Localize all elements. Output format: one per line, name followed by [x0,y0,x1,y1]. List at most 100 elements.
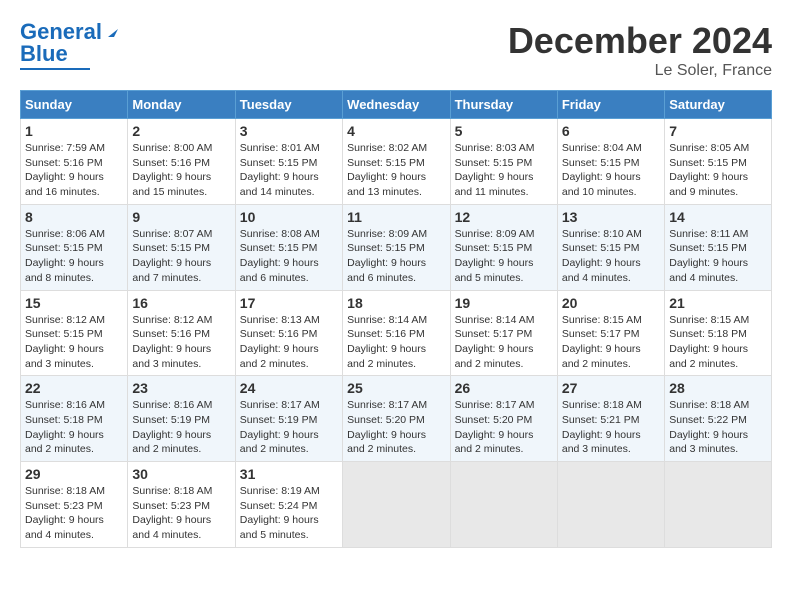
table-row: 24 Sunrise: 8:17 AM Sunset: 5:19 PM Dayl… [235,376,342,462]
table-row [557,462,664,548]
table-row: 31 Sunrise: 8:19 AM Sunset: 5:24 PM Dayl… [235,462,342,548]
day-number: 19 [455,295,553,311]
calendar-title: December 2024 [508,20,772,62]
page-header: General Blue December 2024 Le Soler, Fra… [20,20,772,80]
table-row: 5 Sunrise: 8:03 AM Sunset: 5:15 PM Dayli… [450,119,557,205]
col-tuesday: Tuesday [235,91,342,119]
day-number: 16 [132,295,230,311]
day-info: Sunrise: 8:18 AM Sunset: 5:22 PM Dayligh… [669,398,767,457]
calendar-table: Sunday Monday Tuesday Wednesday Thursday… [20,90,772,548]
table-row: 4 Sunrise: 8:02 AM Sunset: 5:15 PM Dayli… [343,119,450,205]
day-number: 2 [132,123,230,139]
day-info: Sunrise: 8:03 AM Sunset: 5:15 PM Dayligh… [455,141,553,200]
table-row: 9 Sunrise: 8:07 AM Sunset: 5:15 PM Dayli… [128,204,235,290]
day-number: 7 [669,123,767,139]
table-row: 16 Sunrise: 8:12 AM Sunset: 5:16 PM Dayl… [128,290,235,376]
day-number: 12 [455,209,553,225]
day-info: Sunrise: 8:14 AM Sunset: 5:17 PM Dayligh… [455,313,553,372]
table-row: 14 Sunrise: 8:11 AM Sunset: 5:15 PM Dayl… [665,204,772,290]
day-info: Sunrise: 8:05 AM Sunset: 5:15 PM Dayligh… [669,141,767,200]
table-row: 18 Sunrise: 8:14 AM Sunset: 5:16 PM Dayl… [343,290,450,376]
day-number: 31 [240,466,338,482]
table-row: 13 Sunrise: 8:10 AM Sunset: 5:15 PM Dayl… [557,204,664,290]
day-info: Sunrise: 8:18 AM Sunset: 5:23 PM Dayligh… [25,484,123,543]
day-info: Sunrise: 8:07 AM Sunset: 5:15 PM Dayligh… [132,227,230,286]
table-row: 20 Sunrise: 8:15 AM Sunset: 5:17 PM Dayl… [557,290,664,376]
day-number: 11 [347,209,445,225]
title-block: December 2024 Le Soler, France [508,20,772,80]
day-number: 27 [562,380,660,396]
day-info: Sunrise: 8:15 AM Sunset: 5:18 PM Dayligh… [669,313,767,372]
logo-arrow-icon [104,21,122,39]
day-info: Sunrise: 8:04 AM Sunset: 5:15 PM Dayligh… [562,141,660,200]
calendar-week-row: 8 Sunrise: 8:06 AM Sunset: 5:15 PM Dayli… [21,204,772,290]
day-info: Sunrise: 8:06 AM Sunset: 5:15 PM Dayligh… [25,227,123,286]
table-row: 22 Sunrise: 8:16 AM Sunset: 5:18 PM Dayl… [21,376,128,462]
calendar-week-row: 1 Sunrise: 7:59 AM Sunset: 5:16 PM Dayli… [21,119,772,205]
table-row: 23 Sunrise: 8:16 AM Sunset: 5:19 PM Dayl… [128,376,235,462]
col-thursday: Thursday [450,91,557,119]
table-row: 3 Sunrise: 8:01 AM Sunset: 5:15 PM Dayli… [235,119,342,205]
day-info: Sunrise: 8:08 AM Sunset: 5:15 PM Dayligh… [240,227,338,286]
col-monday: Monday [128,91,235,119]
day-info: Sunrise: 8:18 AM Sunset: 5:23 PM Dayligh… [132,484,230,543]
table-row: 21 Sunrise: 8:15 AM Sunset: 5:18 PM Dayl… [665,290,772,376]
day-number: 3 [240,123,338,139]
day-info: Sunrise: 8:12 AM Sunset: 5:15 PM Dayligh… [25,313,123,372]
calendar-subtitle: Le Soler, France [508,62,772,80]
table-row: 2 Sunrise: 8:00 AM Sunset: 5:16 PM Dayli… [128,119,235,205]
day-number: 30 [132,466,230,482]
day-info: Sunrise: 8:17 AM Sunset: 5:20 PM Dayligh… [455,398,553,457]
day-number: 24 [240,380,338,396]
table-row: 25 Sunrise: 8:17 AM Sunset: 5:20 PM Dayl… [343,376,450,462]
day-number: 17 [240,295,338,311]
logo: General Blue [20,20,122,70]
logo-underline [20,68,90,70]
table-row: 29 Sunrise: 8:18 AM Sunset: 5:23 PM Dayl… [21,462,128,548]
day-number: 21 [669,295,767,311]
table-row: 17 Sunrise: 8:13 AM Sunset: 5:16 PM Dayl… [235,290,342,376]
col-wednesday: Wednesday [343,91,450,119]
day-number: 22 [25,380,123,396]
table-row: 27 Sunrise: 8:18 AM Sunset: 5:21 PM Dayl… [557,376,664,462]
day-info: Sunrise: 7:59 AM Sunset: 5:16 PM Dayligh… [25,141,123,200]
day-number: 20 [562,295,660,311]
table-row [450,462,557,548]
day-number: 15 [25,295,123,311]
day-info: Sunrise: 8:02 AM Sunset: 5:15 PM Dayligh… [347,141,445,200]
day-number: 1 [25,123,123,139]
table-row: 30 Sunrise: 8:18 AM Sunset: 5:23 PM Dayl… [128,462,235,548]
day-info: Sunrise: 8:15 AM Sunset: 5:17 PM Dayligh… [562,313,660,372]
day-number: 9 [132,209,230,225]
day-number: 6 [562,123,660,139]
day-info: Sunrise: 8:09 AM Sunset: 5:15 PM Dayligh… [347,227,445,286]
day-info: Sunrise: 8:18 AM Sunset: 5:21 PM Dayligh… [562,398,660,457]
day-info: Sunrise: 8:17 AM Sunset: 5:20 PM Dayligh… [347,398,445,457]
day-number: 13 [562,209,660,225]
day-info: Sunrise: 8:16 AM Sunset: 5:19 PM Dayligh… [132,398,230,457]
table-row: 28 Sunrise: 8:18 AM Sunset: 5:22 PM Dayl… [665,376,772,462]
day-number: 14 [669,209,767,225]
table-row: 19 Sunrise: 8:14 AM Sunset: 5:17 PM Dayl… [450,290,557,376]
col-saturday: Saturday [665,91,772,119]
day-info: Sunrise: 8:01 AM Sunset: 5:15 PM Dayligh… [240,141,338,200]
day-number: 10 [240,209,338,225]
table-row: 11 Sunrise: 8:09 AM Sunset: 5:15 PM Dayl… [343,204,450,290]
calendar-week-row: 22 Sunrise: 8:16 AM Sunset: 5:18 PM Dayl… [21,376,772,462]
day-info: Sunrise: 8:14 AM Sunset: 5:16 PM Dayligh… [347,313,445,372]
day-number: 23 [132,380,230,396]
day-info: Sunrise: 8:19 AM Sunset: 5:24 PM Dayligh… [240,484,338,543]
table-row: 1 Sunrise: 7:59 AM Sunset: 5:16 PM Dayli… [21,119,128,205]
day-number: 26 [455,380,553,396]
calendar-header-row: Sunday Monday Tuesday Wednesday Thursday… [21,91,772,119]
day-info: Sunrise: 8:13 AM Sunset: 5:16 PM Dayligh… [240,313,338,372]
table-row [665,462,772,548]
table-row: 8 Sunrise: 8:06 AM Sunset: 5:15 PM Dayli… [21,204,128,290]
day-number: 25 [347,380,445,396]
day-number: 8 [25,209,123,225]
day-number: 28 [669,380,767,396]
logo-text-blue: Blue [20,42,68,66]
day-number: 29 [25,466,123,482]
day-number: 5 [455,123,553,139]
calendar-week-row: 29 Sunrise: 8:18 AM Sunset: 5:23 PM Dayl… [21,462,772,548]
